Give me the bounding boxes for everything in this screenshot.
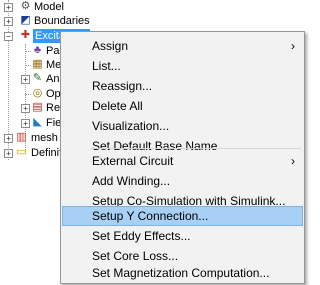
menu-item-label: List... xyxy=(92,59,121,73)
menu-item-reassign[interactable]: Reassign... xyxy=(62,76,303,96)
menu-item-visualization[interactable]: Visualization... xyxy=(62,116,303,136)
tree-node-field-overlays[interactable]: + ◣ Fiel xyxy=(0,116,64,130)
tree-node-definitions[interactable]: + ▭ Definitic xyxy=(0,146,70,160)
mesh-operations-icon: ▦ xyxy=(32,58,43,70)
parameters-icon: ♣ xyxy=(33,44,42,56)
menu-item-label: Setup Y Connection... xyxy=(92,209,209,223)
tree-node-results[interactable]: + ▤ Res xyxy=(0,101,66,115)
menu-item-label: Reassign... xyxy=(92,79,153,93)
tree-node-optimetrics[interactable]: ◎ Opt xyxy=(0,87,64,101)
menu-item-label: Set Magnetization Computation... xyxy=(92,266,270,280)
menu-item-label: Set Core Loss... xyxy=(92,249,179,263)
tree-node-parameters[interactable]: ♣ Para xyxy=(0,44,69,58)
menu-item-label: Set Eddy Effects... xyxy=(92,229,191,243)
menu-item-label: Delete All xyxy=(92,99,143,113)
menu-item-list[interactable]: List... xyxy=(62,56,303,76)
menu-item-setup-y-connection[interactable]: Setup Y Connection... xyxy=(62,206,303,226)
submenu-arrow-icon: › xyxy=(291,39,295,53)
results-icon: ▤ xyxy=(32,101,43,113)
boundaries-icon: ◩ xyxy=(20,14,31,26)
expand-toggle[interactable]: + xyxy=(4,17,13,26)
expand-toggle[interactable]: + xyxy=(4,134,13,143)
menu-item-add-winding[interactable]: Add Winding... xyxy=(62,171,303,191)
menu-item-external-circuit[interactable]: External Circuit › xyxy=(62,151,303,171)
submenu-arrow-icon: › xyxy=(291,154,295,168)
tree-node-analysis[interactable]: + ✎ Ana xyxy=(0,72,66,86)
tree-node-label: Model xyxy=(34,1,64,13)
menu-item-label: Visualization... xyxy=(92,119,170,133)
tree-node-label: Boundaries xyxy=(34,15,90,27)
tree-node-model[interactable]: + ⚙ Model xyxy=(0,0,120,14)
expand-toggle[interactable]: + xyxy=(4,3,13,12)
tree-node-mesh-operations[interactable]: ▦ Mes xyxy=(0,58,67,72)
expand-toggle[interactable]: + xyxy=(4,149,13,158)
field-overlays-icon: ◣ xyxy=(33,116,42,128)
tree-node-mesh-design[interactable]: + ▥ mesh (N xyxy=(0,131,73,145)
menu-item-set-magnetization-computation[interactable]: Set Magnetization Computation... xyxy=(62,263,303,283)
excitations-icon: ✚ xyxy=(20,29,31,41)
context-menu: Assign › List... Reassign... Delete All … xyxy=(60,31,305,284)
folder-icon: ▭ xyxy=(16,146,27,158)
model-icon: ⚙ xyxy=(20,0,31,12)
menu-item-label: External Circuit xyxy=(92,154,174,168)
collapse-toggle[interactable]: − xyxy=(4,32,13,41)
menu-item-set-eddy-effects[interactable]: Set Eddy Effects... xyxy=(62,226,303,246)
menu-item-assign[interactable]: Assign › xyxy=(62,36,303,56)
tree-node-boundaries[interactable]: + ◩ Boundaries xyxy=(0,14,120,28)
expand-toggle[interactable]: + xyxy=(21,75,30,84)
expand-toggle[interactable]: + xyxy=(21,104,30,113)
design-icon: ▥ xyxy=(16,131,27,143)
menu-item-label: Assign xyxy=(92,39,129,53)
menu-separator xyxy=(91,148,301,149)
analysis-icon: ✎ xyxy=(32,72,43,84)
menu-item-label: Add Winding... xyxy=(92,174,171,188)
expand-toggle[interactable]: + xyxy=(21,119,30,128)
menu-item-delete-all[interactable]: Delete All xyxy=(62,96,303,116)
optimetrics-icon: ◎ xyxy=(32,87,43,99)
